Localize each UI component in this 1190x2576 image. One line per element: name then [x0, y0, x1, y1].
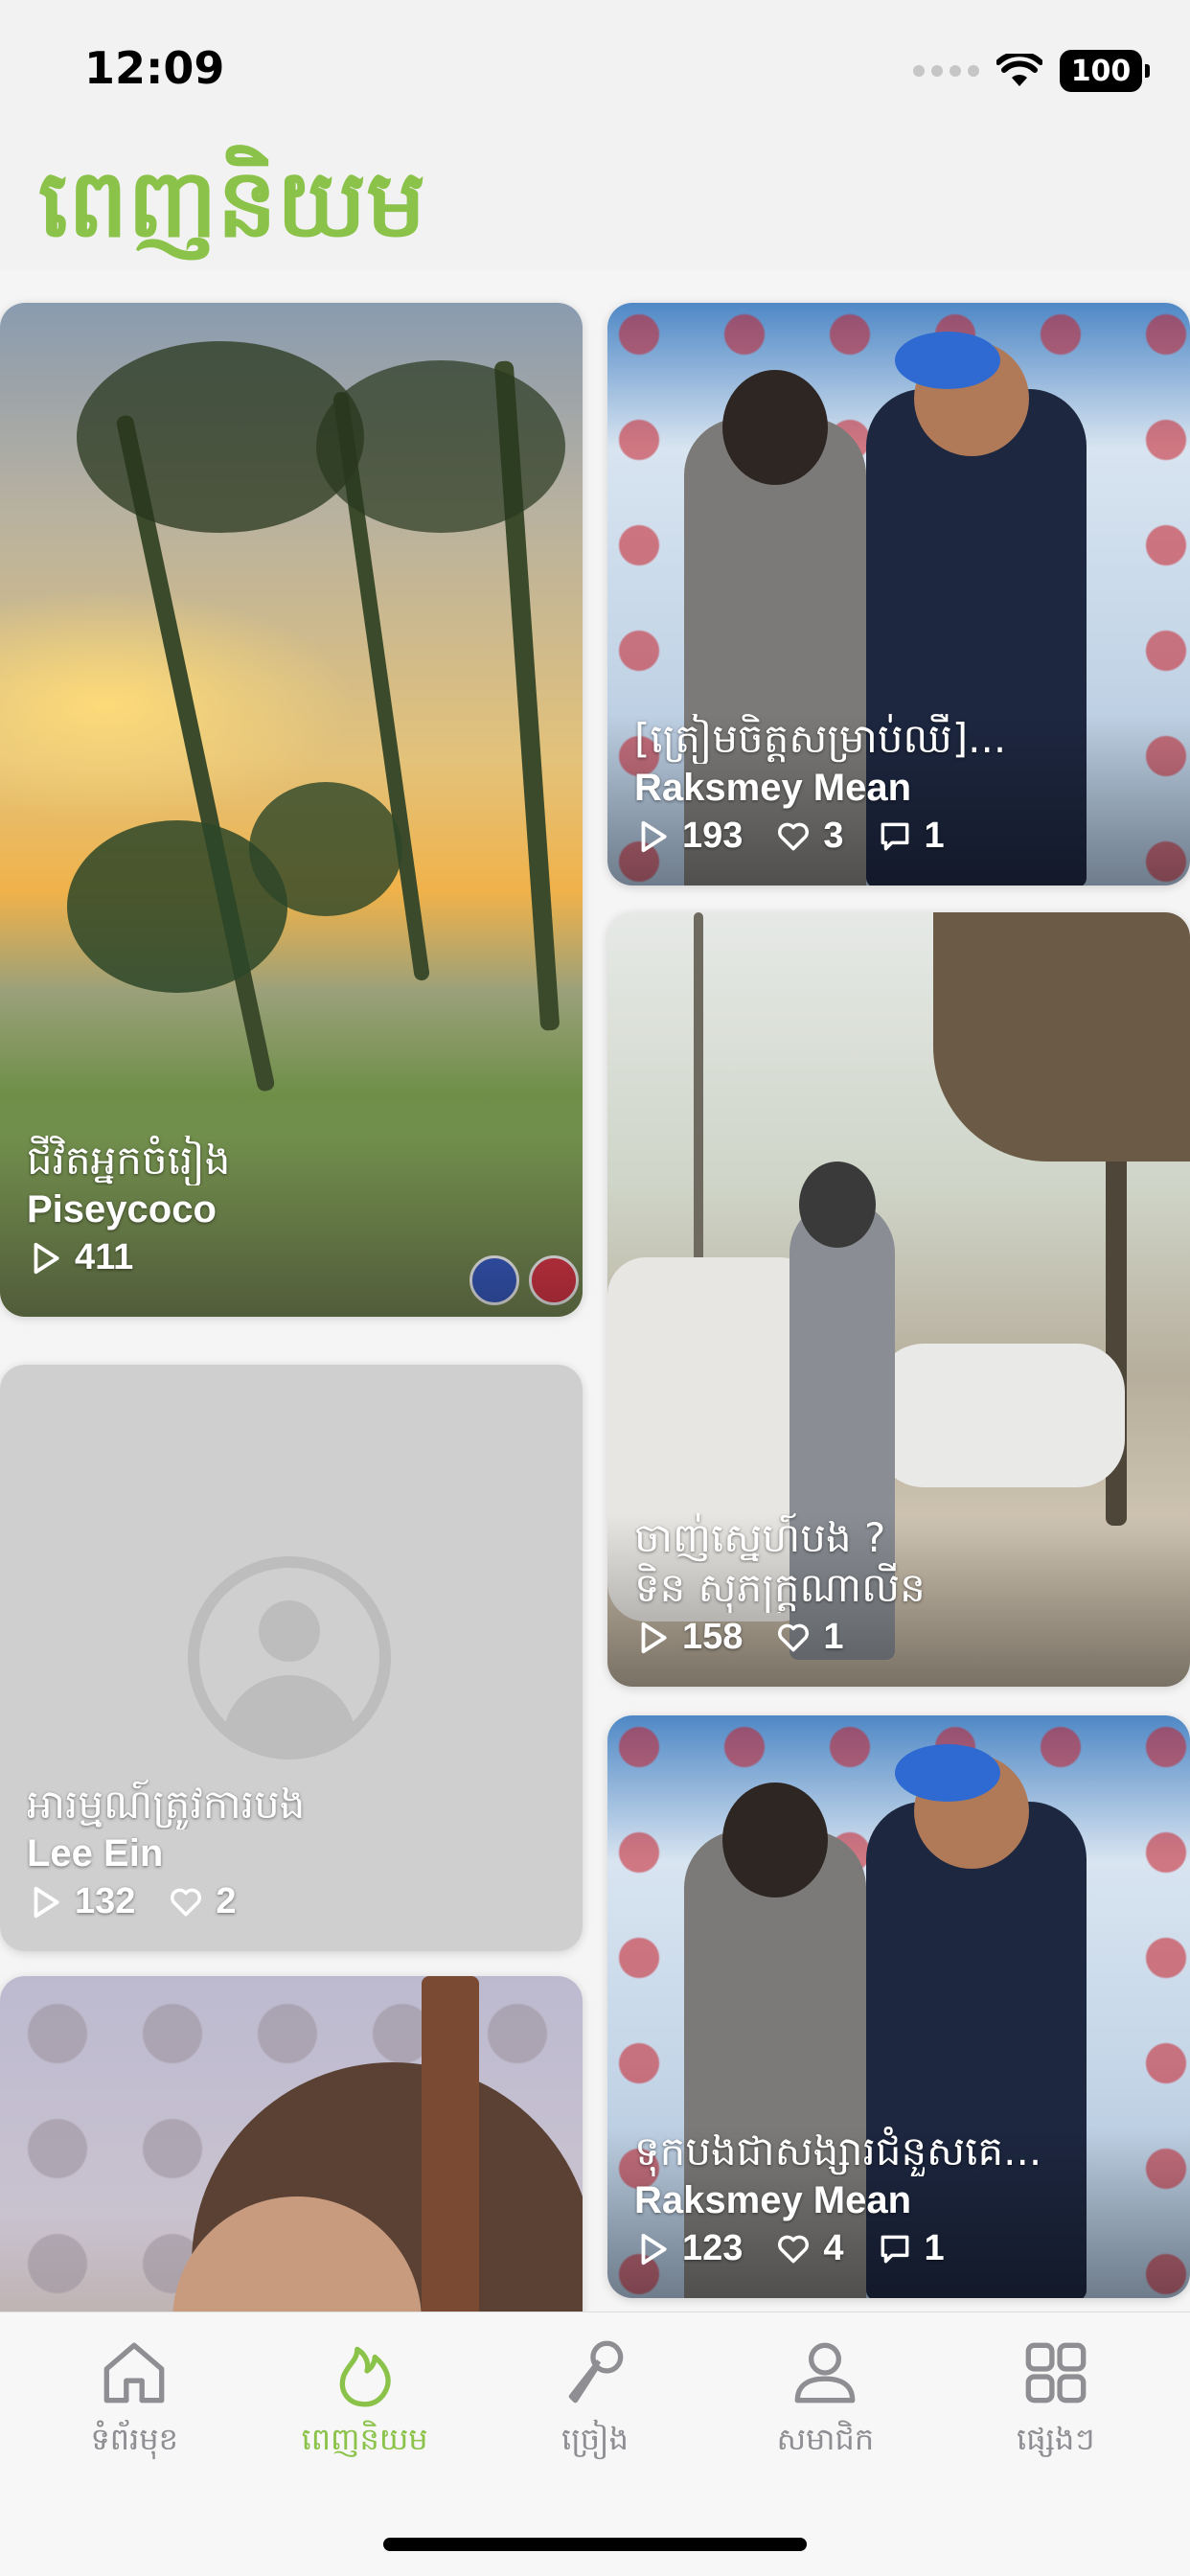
- card-author: Lee Ein: [27, 1832, 164, 1874]
- play-count: 193: [634, 816, 743, 857]
- video-card[interactable]: អារម្មណ៍ត្រូវការបង Lee Ein 132 2: [0, 1365, 583, 1951]
- user-icon: [794, 2342, 856, 2404]
- heart-icon: [171, 1888, 202, 1916]
- tab-members[interactable]: សមាជិក: [720, 2334, 930, 2465]
- status-indicators: 100: [913, 50, 1150, 92]
- heart-icon: [778, 1623, 810, 1651]
- like-count: 3: [775, 816, 844, 857]
- like-count-value: 2: [216, 1881, 237, 1921]
- microphone-icon: [568, 2340, 624, 2404]
- play-icon: [641, 2233, 667, 2265]
- card-info: អារម្មណ៍ត្រូវការបង Lee Ein 132 2: [0, 1780, 583, 1951]
- card-stats: 123 4 1: [634, 2228, 1163, 2269]
- home-icon: [103, 2342, 165, 2404]
- heart-icon: [778, 822, 810, 850]
- card-stats: 158 1: [634, 1617, 1163, 1658]
- flame-icon: [339, 2346, 391, 2407]
- tab-label: ពេញនិយម: [301, 2421, 428, 2457]
- play-count-value: 158: [682, 1617, 744, 1657]
- tab-more[interactable]: ផ្សេងៗ: [950, 2334, 1161, 2465]
- card-info: [ត្រៀមចិត្តសម្រាប់ឈឺ]... Raksmey Mean 19…: [607, 714, 1190, 886]
- play-count: 123: [634, 2228, 743, 2269]
- heart-icon: [778, 2235, 810, 2263]
- status-bar: 12:09 100: [0, 0, 1190, 144]
- comment-count: 1: [877, 816, 945, 857]
- play-count: 411: [27, 1237, 133, 1278]
- like-count: 1: [775, 1617, 844, 1658]
- tab-label: ផ្សេងៗ: [1017, 2421, 1095, 2457]
- video-card[interactable]: [0, 1976, 583, 2312]
- home-indicator[interactable]: [383, 2538, 807, 2551]
- play-icon: [34, 1886, 59, 1918]
- like-count: 2: [168, 1881, 237, 1922]
- tab-sing[interactable]: ច្រៀង: [490, 2334, 700, 2465]
- card-title: ទុកបងជាសង្សារជំនួសគេ...: [634, 2128, 1042, 2174]
- tab-label: ច្រៀង: [561, 2421, 629, 2457]
- video-card[interactable]: ចាញ់ស្នេហ៍បង ? ទិន សុភក្រ្តណាលីន 158 1: [607, 912, 1190, 1687]
- card-stats: 132 2: [27, 1881, 556, 1922]
- grid-icon: [1025, 2342, 1087, 2404]
- battery-indicator: 100: [1060, 50, 1150, 92]
- cellular-signal-icon: [913, 65, 979, 77]
- comment-count-value: 1: [924, 816, 945, 856]
- card-thumbnail: [0, 1976, 583, 2312]
- page-title: ពេញនិយម: [38, 150, 426, 259]
- wifi-icon: [996, 54, 1042, 86]
- card-title: ចាញ់ស្នេហ៍បង ?: [634, 1514, 886, 1561]
- card-author: Raksmey Mean: [634, 767, 912, 809]
- avatar-placeholder-icon: [188, 1556, 391, 1760]
- like-count: 4: [775, 2228, 844, 2269]
- video-card[interactable]: ជីវិតអ្នកចំរៀង Piseycoco 411: [0, 303, 583, 1317]
- video-card[interactable]: [ត្រៀមចិត្តសម្រាប់ឈឺ]... Raksmey Mean 19…: [607, 303, 1190, 886]
- comment-icon: [881, 2235, 908, 2263]
- card-stats: 193 3 1: [634, 816, 1163, 857]
- card-title: អារម្មណ៍ត្រូវការបង: [27, 1781, 306, 1828]
- like-count-value: 1: [823, 1617, 844, 1657]
- tab-bar: ទំព័រមុខ ពេញនិយម ច្រៀង សមាជិក ផ្សេងៗ: [0, 2312, 1190, 2576]
- card-author: Piseycoco: [27, 1188, 217, 1230]
- card-info: ជីវិតអ្នកចំរៀង Piseycoco 411: [0, 1136, 583, 1317]
- card-stats: 411: [27, 1237, 556, 1278]
- comment-count-value: 1: [924, 2228, 945, 2268]
- card-author: ទិន សុភក្រ្តណាលីន: [634, 1564, 926, 1611]
- like-count-value: 4: [823, 2228, 844, 2268]
- video-card[interactable]: ទុកបងជាសង្សារជំនួសគេ... Raksmey Mean 123…: [607, 1715, 1190, 2298]
- comment-count: 1: [877, 2228, 945, 2269]
- play-icon: [641, 1622, 667, 1653]
- play-icon: [34, 1242, 59, 1274]
- tab-home[interactable]: ទំព័រមុខ: [29, 2334, 240, 2465]
- popular-feed[interactable]: ជីវិតអ្នកចំរៀង Piseycoco 411 [ត្រៀមចិត្ត…: [0, 270, 1190, 2312]
- card-title: [ត្រៀមចិត្តសម្រាប់ឈឺ]...: [634, 715, 1007, 762]
- card-title: ជីវិតអ្នកចំរៀង: [27, 1137, 231, 1184]
- card-info: ចាញ់ស្នេហ៍បង ? ទិន សុភក្រ្តណាលីន 158 1: [607, 1513, 1190, 1687]
- tab-label: សមាជិក: [776, 2421, 875, 2457]
- card-author: Raksmey Mean: [634, 2179, 912, 2221]
- play-count-value: 123: [682, 2228, 744, 2268]
- card-info: ទុកបងជាសង្សារជំនួសគេ... Raksmey Mean 123…: [607, 2127, 1190, 2298]
- play-count: 132: [27, 1881, 135, 1922]
- play-icon: [641, 820, 667, 852]
- tab-popular[interactable]: ពេញនិយម: [260, 2334, 470, 2465]
- play-count-value: 132: [75, 1881, 136, 1921]
- play-count-value: 193: [682, 816, 744, 856]
- comment-icon: [881, 822, 908, 850]
- like-count-value: 3: [823, 816, 844, 856]
- tab-label: ទំព័រមុខ: [90, 2421, 178, 2457]
- status-time: 12:09: [84, 42, 225, 94]
- play-count-value: 411: [75, 1237, 134, 1277]
- play-count: 158: [634, 1617, 743, 1658]
